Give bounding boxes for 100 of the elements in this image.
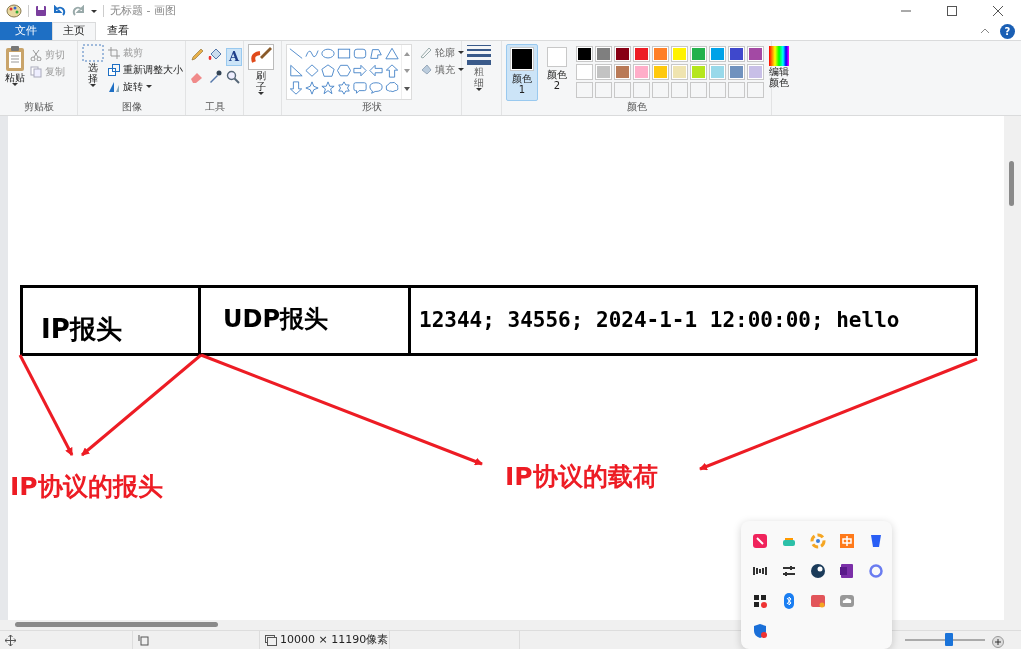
empty-swatch[interactable] [576,82,593,98]
polygon-icon[interactable] [369,47,383,61]
customize-caret-icon[interactable] [91,9,97,13]
palette-swatch[interactable] [709,64,726,80]
pentagon-icon[interactable] [321,64,335,78]
select-button[interactable]: 选择 [82,44,104,101]
cloud-icon[interactable] [839,593,855,609]
caret-icon [90,84,96,87]
bluetooth-icon[interactable] [781,593,797,609]
scroll-down-icon[interactable] [403,69,410,74]
caret-icon [458,68,464,71]
rounded-callout-icon[interactable] [353,81,367,95]
palette-swatch[interactable] [595,46,612,62]
empty-swatch[interactable] [709,82,726,98]
help-button[interactable]: ? [1000,23,1015,39]
four-point-star-icon[interactable] [305,81,319,95]
ribbon-tab[interactable]: 主页 [52,22,96,40]
palette-swatch[interactable] [595,64,612,80]
palette-swatch[interactable] [747,46,764,62]
magnifier-icon[interactable] [226,70,240,84]
empty-swatch[interactable] [747,82,764,98]
right-triangle-icon[interactable] [289,64,303,78]
rectangle-icon[interactable] [337,47,351,61]
save-icon[interactable] [35,5,47,17]
palette-swatch[interactable] [671,64,688,80]
window-title: 无标题 - 画图 [110,2,176,19]
brushes-button[interactable]: 刷子 [248,44,274,101]
zoom-in-icon[interactable] [992,636,1004,648]
rounded-rectangle-icon[interactable] [353,47,367,61]
paste-button[interactable]: 粘贴 [4,44,26,101]
color-2-button[interactable]: 颜色 2 [542,44,572,101]
oval-callout-icon[interactable] [369,81,383,95]
pencil-icon[interactable] [190,48,204,62]
caret-icon [476,88,482,91]
empty-swatch[interactable] [671,82,688,98]
palette-swatch[interactable] [747,64,764,80]
empty-swatch[interactable] [690,82,707,98]
collapse-ribbon-icon[interactable] [980,28,990,34]
ring-icon[interactable] [868,563,884,579]
diamond-icon[interactable] [305,64,319,78]
color-1-button[interactable]: 颜色 1 [506,44,538,101]
redo-icon[interactable] [72,5,85,17]
close-icon[interactable] [993,6,1003,16]
selection-rectangle-icon [82,44,104,62]
palette-swatch[interactable] [690,46,707,62]
line-icon[interactable] [289,47,303,61]
left-arrow-icon[interactable] [369,64,383,78]
group-label: 工具 [203,101,226,114]
grid-icon[interactable] [752,593,768,609]
oval-icon[interactable] [321,47,335,61]
palette-swatch[interactable] [652,46,669,62]
undo-icon[interactable] [53,5,66,17]
empty-swatch[interactable] [595,82,612,98]
scrollbar-thumb[interactable] [15,622,218,627]
pinwheel-icon[interactable] [810,533,826,549]
file-menu-tab[interactable]: 文件 [0,22,52,40]
palette-swatch[interactable] [709,46,726,62]
maximize-icon[interactable] [947,6,957,16]
color-picker-icon[interactable] [208,70,222,84]
outline-button[interactable]: 轮廓 [419,44,464,61]
edit-colors-button[interactable]: 编辑颜色 [768,44,789,101]
caret-icon [12,83,18,86]
move-cursor-icon [5,634,16,646]
empty-swatch[interactable] [652,82,669,98]
palette-swatch[interactable] [728,46,745,62]
expand-gallery-icon[interactable] [403,87,410,93]
size-button[interactable]: 粗细 [466,44,492,101]
right-arrow-icon[interactable] [353,64,367,78]
empty-swatch[interactable] [633,82,650,98]
sliders-icon[interactable] [781,563,797,579]
palette-swatch[interactable] [614,46,631,62]
empty-swatch[interactable] [614,82,631,98]
up-arrow-icon[interactable] [385,64,399,78]
resize-button[interactable]: 重新调整大小 [108,61,183,78]
palette-swatch[interactable] [652,64,669,80]
palette-swatch[interactable] [728,64,745,80]
circle-icon[interactable] [810,563,826,579]
palette-swatch[interactable] [576,64,593,80]
zoom-slider-thumb[interactable] [945,633,953,646]
group-label: 剪贴板 [22,101,55,114]
triangle-icon[interactable] [385,47,399,61]
palette-swatch[interactable] [576,46,593,62]
down-arrow-icon[interactable] [289,81,303,95]
scrollbar-thumb[interactable] [1009,161,1014,206]
rotate-button[interactable]: 旋转 [108,78,183,95]
palette-swatch[interactable] [671,46,688,62]
hexagon-icon[interactable] [337,64,351,78]
fill-button[interactable]: 填充 [419,61,464,78]
shield-icon[interactable] [752,623,768,639]
scroll-up-icon[interactable] [403,51,410,56]
six-point-star-icon[interactable] [337,81,351,95]
text-tool-button[interactable]: A [226,48,242,66]
five-point-star-icon[interactable] [321,81,335,95]
palette-swatch[interactable] [690,64,707,80]
palette-swatch[interactable] [614,64,631,80]
palette-swatch[interactable] [633,46,650,62]
empty-swatch[interactable] [728,82,745,98]
group-label: 图像 [120,101,143,114]
palette-swatch[interactable] [633,64,650,80]
ribbon-tab[interactable]: 查看 [96,22,140,40]
